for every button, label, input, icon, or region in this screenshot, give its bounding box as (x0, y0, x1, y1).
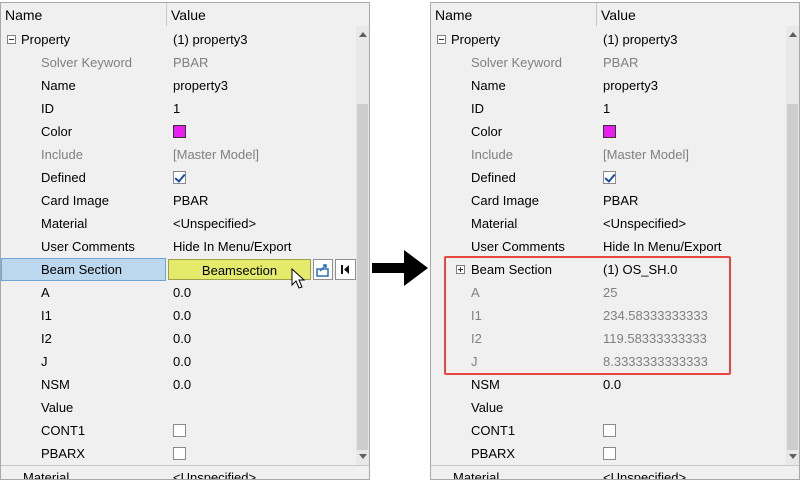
right-arrow-icon (370, 246, 432, 290)
left-row-material-footer[interactable]: Material <Unspecified> (1, 466, 369, 479)
left-row-cont1[interactable]: CONT1 (1, 419, 356, 442)
right-row-defined[interactable]: Defined (431, 166, 786, 189)
checkbox-checked-icon[interactable] (173, 171, 186, 184)
checkbox-icon[interactable] (173, 447, 186, 460)
right-row-nsm[interactable]: NSM 0.0 (431, 373, 786, 396)
first-icon[interactable] (335, 259, 356, 280)
scroll-thumb[interactable] (787, 104, 798, 450)
right-row-cont1[interactable]: CONT1 (431, 419, 786, 442)
left-row-i1[interactable]: I1 0.0 (1, 304, 356, 327)
right-property-panel: Name Value Property (1) property3 Solver… (430, 2, 800, 480)
left-row-nsm[interactable]: NSM 0.0 (1, 373, 356, 396)
left-row-name[interactable]: Name property3 (1, 74, 356, 97)
right-row-solver-keyword: Solver Keyword PBAR (471, 55, 639, 70)
left-row-pbarx[interactable]: PBARX (1, 442, 356, 465)
right-scrollbar[interactable] (786, 26, 799, 465)
left-row-include: Include [Master Model] (41, 147, 259, 162)
right-row-name[interactable]: Name property3 (431, 74, 786, 97)
right-row-id[interactable]: ID 1 (431, 97, 786, 120)
left-row-defined[interactable]: Defined (1, 166, 356, 189)
left-row-j[interactable]: J 0.0 (1, 350, 356, 373)
scroll-thumb[interactable] (357, 104, 368, 450)
beam-section-button[interactable]: Beamsection (168, 259, 311, 280)
left-row-value: Value (41, 400, 74, 415)
scroll-up-icon[interactable] (359, 32, 367, 37)
right-row-material[interactable]: Material <Unspecified> (431, 212, 786, 235)
right-row-material-footer[interactable]: Material <Unspecified> (431, 466, 799, 479)
highlight-box (444, 256, 731, 375)
left-row-user-comments[interactable]: User Comments Hide In Menu/Export (1, 235, 356, 258)
checkbox-icon[interactable] (603, 447, 616, 460)
expand-minus-icon[interactable] (7, 35, 16, 44)
expand-minus-icon[interactable] (437, 35, 446, 44)
left-row-color[interactable]: Color (1, 120, 356, 143)
left-row-id[interactable]: ID 1 (1, 97, 356, 120)
scroll-down-icon[interactable] (359, 454, 367, 459)
update-icon[interactable] (313, 259, 333, 280)
scroll-up-icon[interactable] (789, 32, 797, 37)
right-row-include: Include [Master Model] (471, 147, 689, 162)
left-property-panel: Name Value Property (1) property3 Solver… (0, 2, 370, 480)
left-scrollbar[interactable] (356, 26, 369, 465)
left-header-name: Name (5, 7, 43, 23)
checkbox-icon[interactable] (603, 424, 616, 437)
left-row-material[interactable]: Material <Unspecified> (1, 212, 356, 235)
right-row-value: Value (471, 400, 504, 415)
left-row-a[interactable]: A 0.0 (1, 281, 356, 304)
right-row-user-comments[interactable]: User Comments Hide In Menu/Export (431, 235, 786, 258)
scroll-down-icon[interactable] (789, 454, 797, 459)
left-row-beam-section[interactable]: Beam Section Beamsection (1, 258, 356, 289)
left-header: Name Value (1, 3, 369, 26)
right-row-color[interactable]: Color (431, 120, 786, 143)
left-header-value: Value (171, 7, 206, 23)
left-row-i2[interactable]: I2 0.0 (1, 327, 356, 350)
right-header-value: Value (601, 7, 636, 23)
left-row-property[interactable]: Property (1) property3 (1, 28, 356, 51)
color-swatch[interactable] (603, 125, 616, 138)
right-header: Name Value (431, 3, 799, 26)
left-row-card-image[interactable]: Card Image PBAR (1, 189, 356, 212)
checkbox-icon[interactable] (173, 424, 186, 437)
color-swatch[interactable] (173, 125, 186, 138)
right-row-pbarx[interactable]: PBARX (431, 442, 786, 465)
right-header-name: Name (435, 7, 473, 23)
right-row-property[interactable]: Property (1) property3 (431, 28, 786, 51)
left-row-solver-keyword: Solver Keyword PBAR (41, 55, 209, 70)
checkbox-checked-icon[interactable] (603, 171, 616, 184)
right-row-card-image[interactable]: Card Image PBAR (431, 189, 786, 212)
